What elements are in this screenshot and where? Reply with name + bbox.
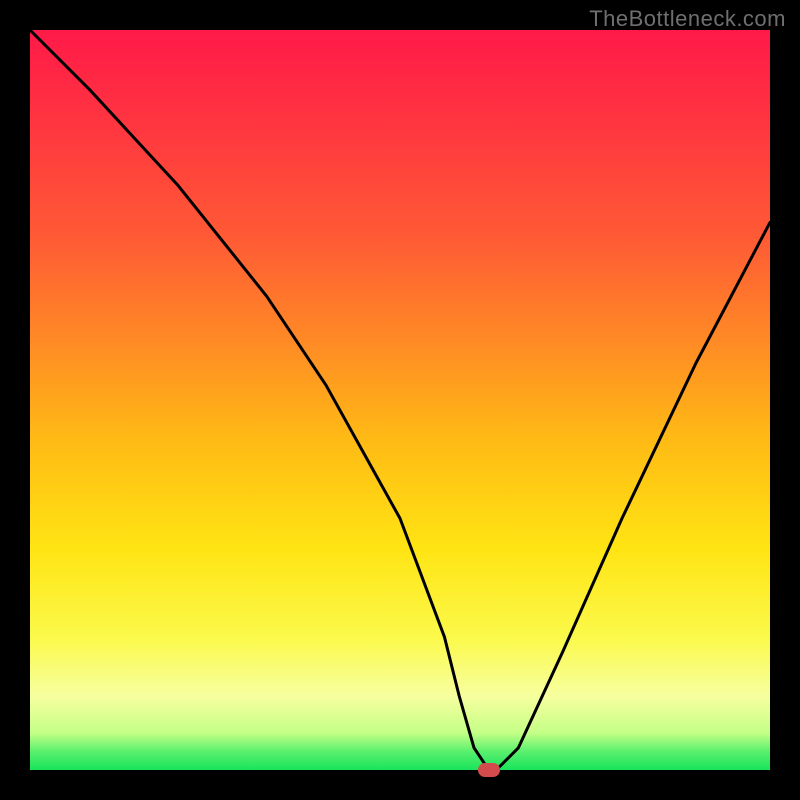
- watermark-text: TheBottleneck.com: [589, 6, 786, 32]
- bottleneck-curve: [30, 30, 770, 770]
- chart-frame: TheBottleneck.com: [0, 0, 800, 800]
- plot-area: [30, 30, 770, 770]
- curve-path: [30, 30, 770, 770]
- minimum-marker: [478, 763, 500, 777]
